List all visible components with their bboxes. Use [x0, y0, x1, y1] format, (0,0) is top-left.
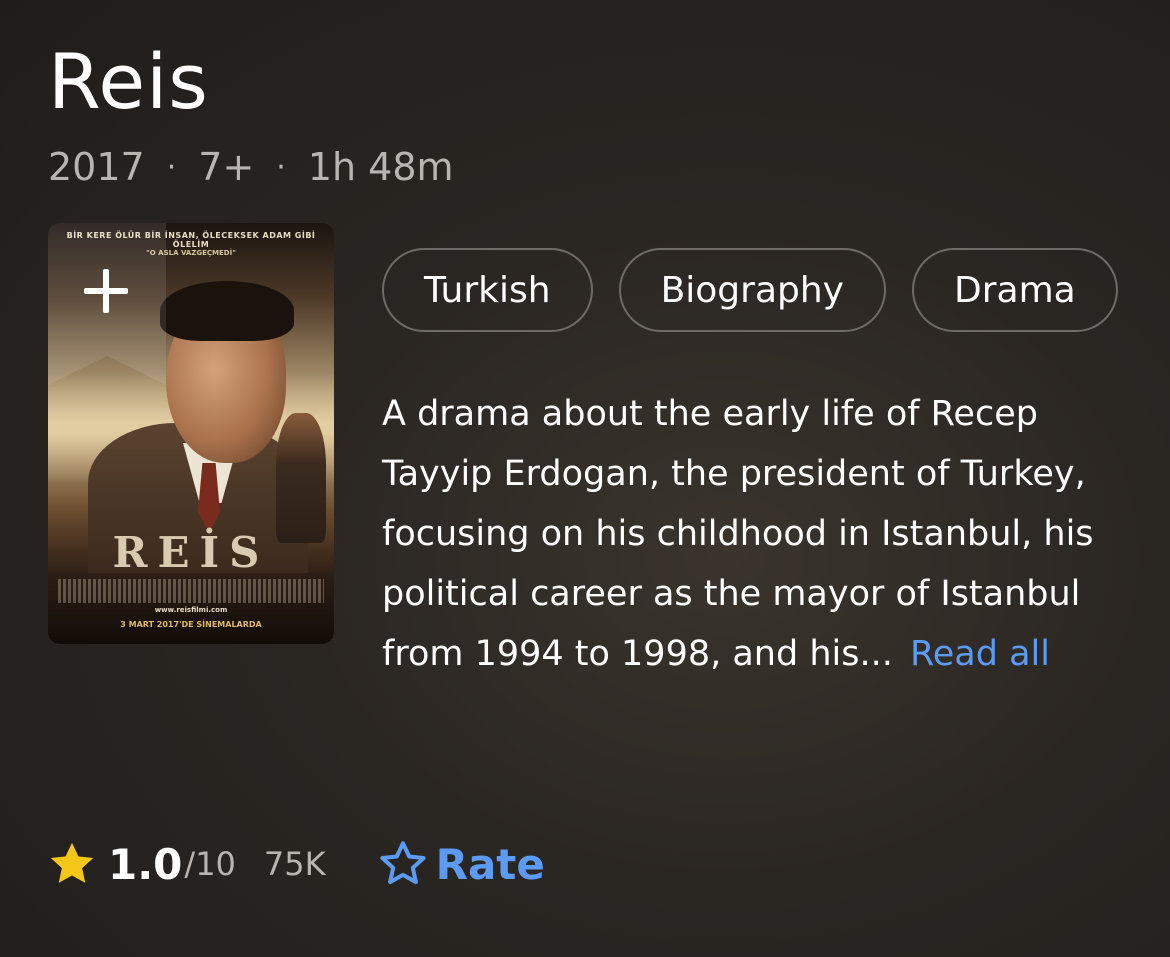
vote-count: 75K: [263, 845, 326, 883]
poster-credits-block: [58, 579, 324, 603]
meta-separator: ·: [166, 149, 177, 185]
rating-scale: /10: [184, 845, 236, 883]
rate-button[interactable]: Rate: [376, 837, 545, 891]
rating-row: 1.0 /10 75K Rate: [46, 834, 545, 894]
poster-url: www.reisfilmi.com: [154, 606, 228, 614]
runtime: 1h 48m: [307, 145, 454, 189]
genre-chip-turkish[interactable]: Turkish: [382, 248, 593, 332]
poster-boy-figure: [276, 413, 326, 543]
page-title: Reis: [48, 37, 209, 126]
read-all-link[interactable]: Read all: [910, 634, 1050, 674]
plot-description: A drama about the early life of Recep Ta…: [382, 384, 1122, 684]
poster-release-date: 3 MART 2017'DE SİNEMALARDA: [120, 620, 262, 629]
release-year: 2017: [48, 145, 145, 189]
plot-text: A drama about the early life of Recep Ta…: [382, 394, 1094, 674]
genre-chip-biography[interactable]: Biography: [618, 248, 886, 332]
star-outline-icon: [379, 841, 426, 885]
meta-separator: ·: [276, 149, 286, 185]
star-filled-icon: [50, 842, 94, 883]
poster-title-text: REİS: [112, 528, 270, 577]
genre-chips: Turkish Biography Drama: [382, 248, 1122, 338]
plus-icon: [78, 263, 134, 319]
content-rating: 7+: [198, 145, 255, 189]
rating-score: 1.0: [108, 839, 183, 889]
rate-label: Rate: [435, 839, 545, 889]
poster-figure-hair: [160, 281, 294, 341]
genre-chip-drama[interactable]: Drama: [911, 248, 1118, 332]
title-metadata: 2017 · 7+ · 1h 48m: [48, 142, 454, 192]
